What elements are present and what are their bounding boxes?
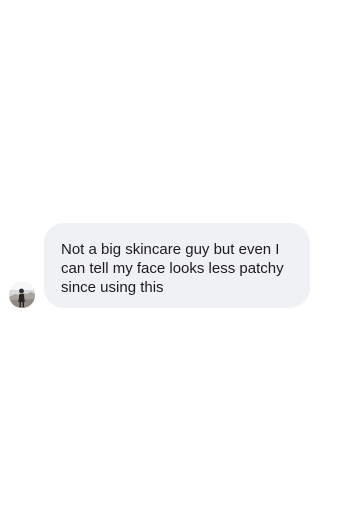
- user-avatar[interactable]: [9, 282, 35, 308]
- profile-photo-icon: [9, 282, 35, 308]
- message-bubble[interactable]: Not a big skincare guy but even I can te…: [44, 223, 310, 308]
- chat-screen: Not a big skincare guy but even I can te…: [0, 0, 354, 532]
- message-text: Not a big skincare guy but even I can te…: [61, 241, 284, 296]
- incoming-message-row: Not a big skincare guy but even I can te…: [0, 0, 354, 532]
